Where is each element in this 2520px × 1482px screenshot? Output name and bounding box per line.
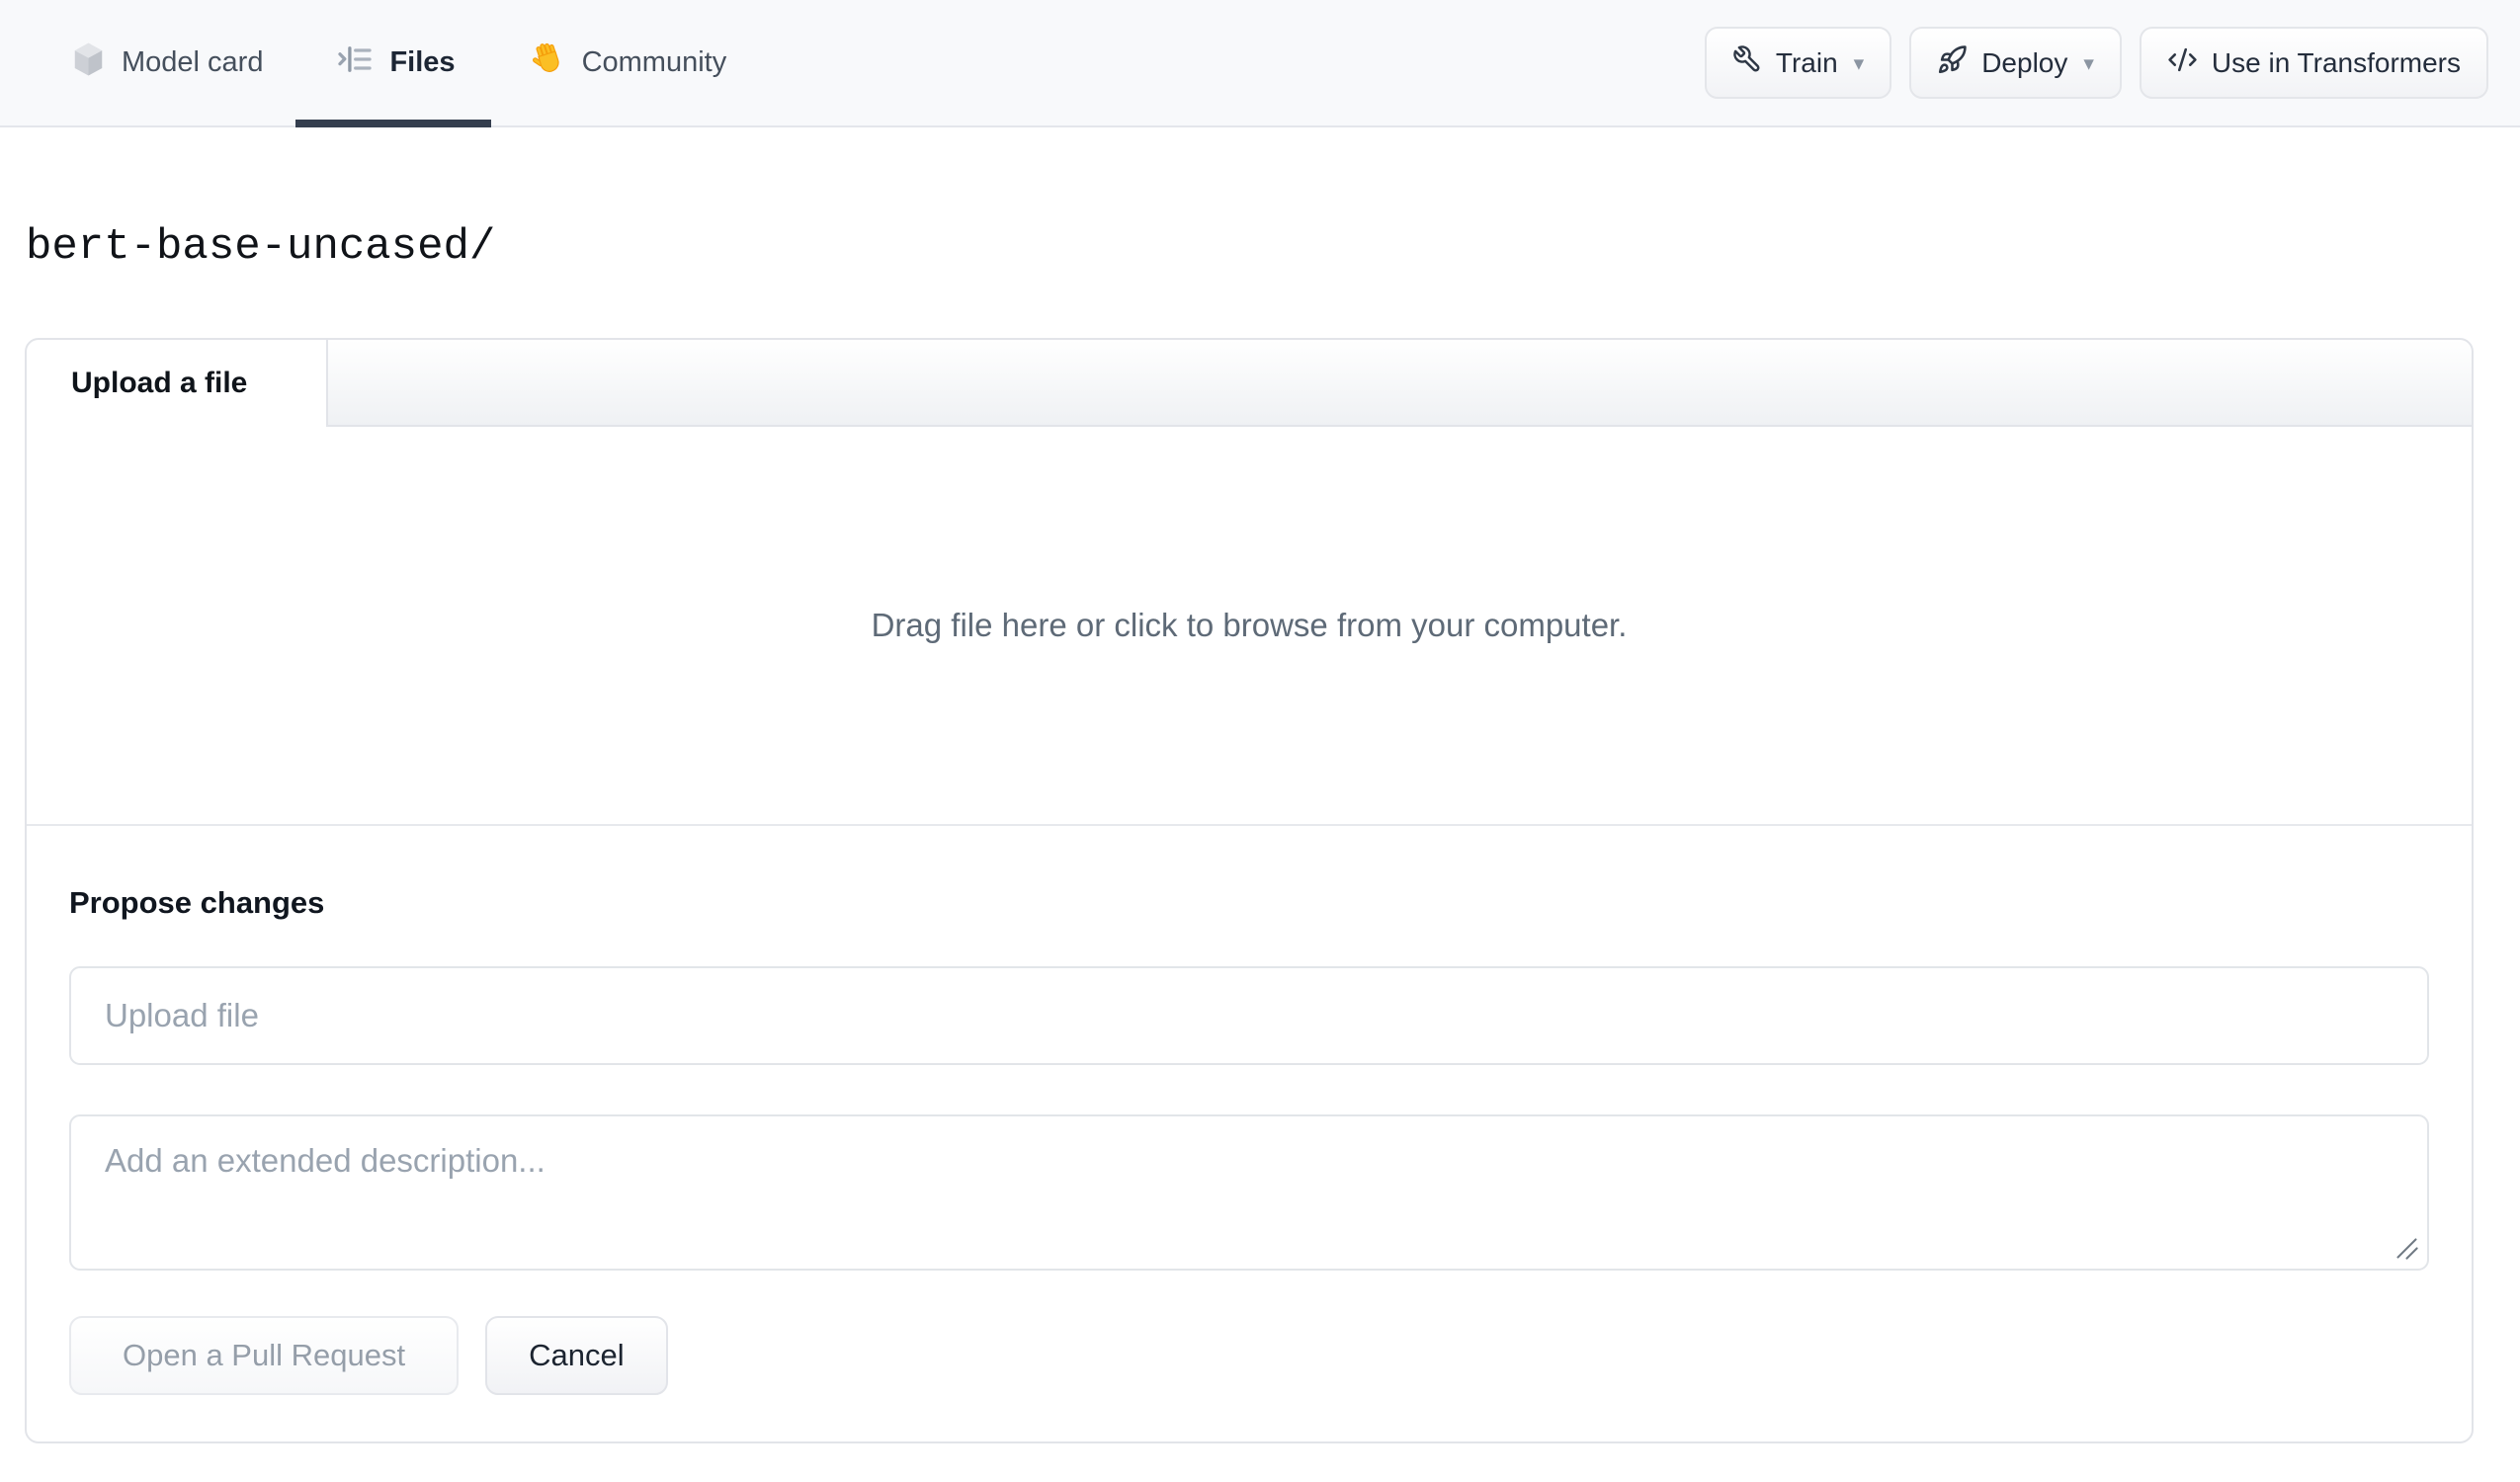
tab-model-card[interactable]: Model card xyxy=(72,0,263,125)
resize-grip-icon[interactable] xyxy=(2394,1235,2420,1262)
train-button-label: Train xyxy=(1775,46,1838,78)
rocket-icon xyxy=(1937,44,1968,82)
description-field-wrap xyxy=(69,1113,2429,1271)
tab-files-label: Files xyxy=(389,46,456,78)
propose-changes-heading: Propose changes xyxy=(69,884,325,920)
train-button[interactable]: Train ▾ xyxy=(1704,27,1892,99)
open-pull-request-button[interactable]: Open a Pull Request xyxy=(69,1315,460,1395)
upload-filename-input[interactable] xyxy=(69,965,2429,1065)
code-icon xyxy=(2167,44,2198,82)
extended-description-textarea[interactable] xyxy=(69,1113,2429,1271)
caret-down-icon: ▾ xyxy=(1853,50,1865,75)
tab-community[interactable]: Community xyxy=(530,0,727,125)
file-dropzone[interactable]: Drag file here or click to browse from y… xyxy=(27,427,2472,826)
dropzone-hint: Drag file here or click to browse from y… xyxy=(871,606,1628,643)
tab-upload-a-file[interactable]: Upload a file xyxy=(27,339,328,427)
repo-path: bert-base-uncased/ xyxy=(26,222,496,272)
propose-changes-section: Propose changes Open a Pull Request Canc… xyxy=(27,826,2472,1395)
tab-model-card-label: Model card xyxy=(122,46,264,78)
use-in-transformers-button[interactable]: Use in Transformers xyxy=(2139,27,2488,99)
tab-upload-a-file-label: Upload a file xyxy=(71,366,248,399)
file-tree-icon xyxy=(337,41,373,85)
wrench-icon xyxy=(1732,44,1762,81)
caret-down-icon: ▾ xyxy=(2083,50,2094,75)
upload-panel: Upload a file Drag file here or click to… xyxy=(25,337,2474,1443)
repo-header: Model card Files Community Train ▾ Deplo… xyxy=(0,0,2520,127)
waving-hand-icon xyxy=(530,41,565,85)
deploy-button-label: Deploy xyxy=(1981,46,2068,78)
repo-tab-nav: Model card Files Community xyxy=(72,0,727,127)
panel-tabstrip: Upload a file xyxy=(27,339,2472,427)
tab-community-label: Community xyxy=(581,46,727,78)
cube-icon xyxy=(72,41,105,85)
active-tab-indicator xyxy=(295,120,491,127)
cancel-button[interactable]: Cancel xyxy=(485,1315,668,1395)
tab-files[interactable]: Files xyxy=(295,0,491,127)
deploy-button[interactable]: Deploy ▾ xyxy=(1909,27,2122,99)
use-in-transformers-label: Use in Transformers xyxy=(2211,46,2461,78)
form-buttons-row: Open a Pull Request Cancel xyxy=(69,1315,2429,1395)
header-actions: Train ▾ Deploy ▾ Use in Transformers xyxy=(1704,0,2488,125)
